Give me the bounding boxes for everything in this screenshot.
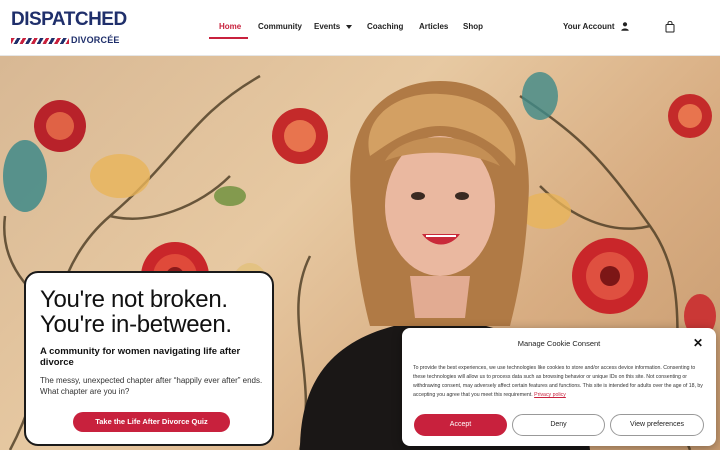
site-logo[interactable]: DISPATCHED DIVORCÉE	[11, 8, 127, 50]
site-header: DISPATCHED DIVORCÉE Home Community Event…	[0, 0, 720, 56]
hero-card: You're not broken. You're in-between. A …	[24, 271, 274, 446]
hero-subtitle: A community for women navigating life af…	[40, 346, 241, 368]
logo-stripe	[11, 38, 69, 44]
deny-button[interactable]: Deny	[512, 414, 605, 436]
nav-item-articles[interactable]: Articles	[419, 22, 448, 31]
nav-item-shop[interactable]: Shop	[463, 22, 483, 31]
hero-title-line-2: You're in-between.	[40, 311, 232, 338]
privacy-policy-link[interactable]: Privacy policy	[534, 392, 566, 398]
quiz-cta-button[interactable]: Take the Life After Divorce Quiz	[73, 412, 230, 432]
cookie-title: Manage Cookie Consent	[517, 339, 601, 348]
hero-title: You're not broken. You're in-between.	[40, 287, 232, 337]
chevron-down-icon	[346, 24, 353, 29]
active-nav-underline	[209, 37, 248, 39]
hero-title-line-1: You're not broken.	[40, 286, 228, 313]
cookie-consent-dialog: Manage Cookie Consent ✕ To provide the b…	[402, 328, 716, 446]
nav-item-events[interactable]: Events	[314, 22, 353, 31]
user-icon	[621, 22, 629, 32]
logo-wordmark: DISPATCHED	[11, 9, 127, 30]
account-label: Your Account	[563, 22, 615, 31]
nav-item-community[interactable]: Community	[258, 22, 302, 31]
cookie-description: To provide the best experiences, we use …	[413, 364, 707, 400]
logo-subtitle: DIVORCÉE	[71, 35, 120, 45]
close-icon[interactable]: ✕	[693, 337, 703, 349]
shopping-bag-icon[interactable]	[665, 21, 675, 33]
account-link[interactable]: Your Account	[563, 22, 629, 32]
nav-item-coaching[interactable]: Coaching	[367, 22, 403, 31]
nav-item-events-label: Events	[314, 22, 341, 31]
accept-button[interactable]: Accept	[414, 414, 507, 436]
view-preferences-button[interactable]: View preferences	[610, 414, 704, 436]
nav-item-home[interactable]: Home	[219, 22, 241, 31]
hero-body-text: The messy, unexpected chapter after “hap…	[40, 376, 263, 396]
